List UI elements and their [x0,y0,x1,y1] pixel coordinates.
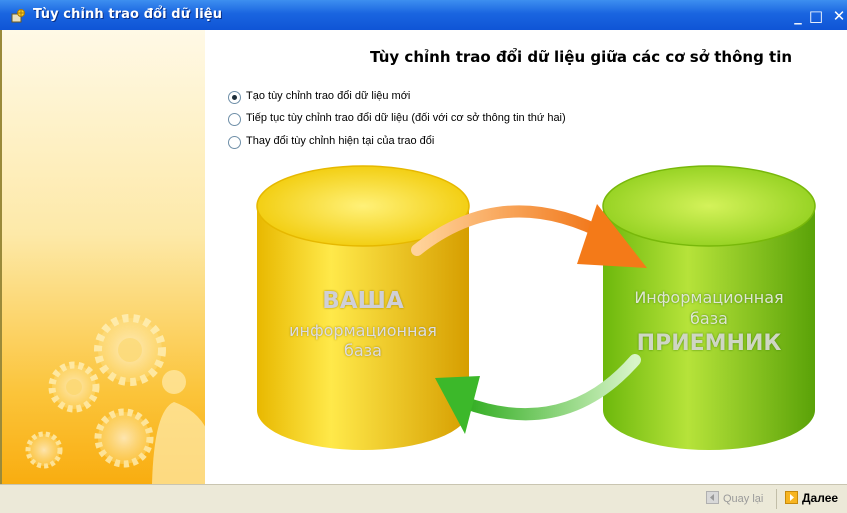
target-db-line1: Информационная [634,288,784,307]
back-button[interactable]: Quay lại [706,491,763,505]
close-button[interactable]: ✕ [830,7,847,25]
maximize-button[interactable]: □ [807,7,825,25]
wizard-footer: Quay lại Далее [0,484,847,513]
wizard-side-banner [0,30,207,484]
footer-divider [776,489,777,509]
source-db-line1: ВАША [322,288,404,314]
target-db-line2: база [690,309,728,328]
next-label: Далее [802,491,839,505]
exchange-diagram [256,165,816,450]
exchange-setup-window: Tùy chỉnh trao đổi dữ liệu _ □ ✕ Tùy chỉ… [0,0,847,513]
arrow-left-icon [706,491,719,504]
window-title: Tùy chỉnh trao đổi dữ liệu [33,7,223,22]
arrow-right-icon [785,491,798,504]
source-db-line3: база [344,341,382,360]
source-db-line2: информационная [289,321,437,340]
back-label: Quay lại [723,493,764,505]
minimize-button[interactable]: _ [789,7,807,25]
title-bar: Tùy chỉnh trao đổi dữ liệu _ □ ✕ [0,0,847,30]
target-database-cylinder [602,165,816,450]
next-button[interactable]: Далее [785,491,838,505]
wizard-content: Tùy chỉnh trao đổi dữ liệu giữa các cơ s… [205,30,847,484]
settings-wizard-icon [11,9,25,23]
gears-illustration [25,314,207,484]
target-db-line3: ПРИЕМНИК [636,331,782,356]
